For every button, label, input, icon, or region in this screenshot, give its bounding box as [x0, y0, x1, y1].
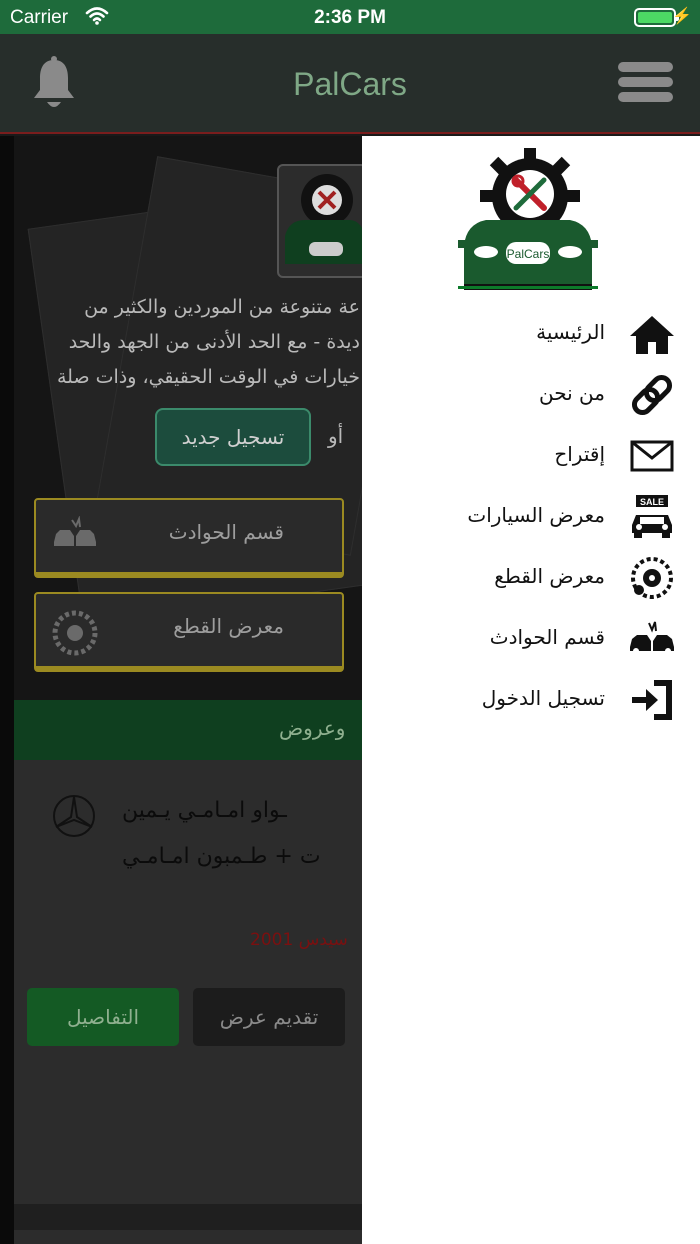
car-sale-icon: SALE — [632, 495, 672, 538]
home-icon — [630, 316, 674, 354]
hero-text-line: عة متنوعة من الموردين والكثير من — [84, 296, 360, 318]
battery-icon — [634, 8, 679, 27]
svg-text:SALE: SALE — [640, 497, 664, 507]
drawer-item-label: تسجيل الدخول — [481, 686, 605, 710]
mercedes-logo-icon — [53, 795, 95, 837]
register-button[interactable]: تسجيل جديد — [155, 408, 311, 466]
left-edge-strip — [0, 136, 14, 1244]
offer-card: ـواو امـامـي يـمين ت + طـمبون امـامـي سي… — [14, 760, 362, 1244]
logo-text: PalCars — [507, 247, 550, 261]
details-button[interactable]: التفاصيل — [27, 988, 179, 1046]
card-title-line: ت + طـمبون امـامـي — [122, 844, 321, 869]
offers-header: وعروض — [14, 700, 362, 760]
app-title: PalCars — [293, 66, 407, 102]
car-parts-icon — [52, 610, 98, 656]
offers-label: وعروض — [279, 716, 346, 740]
hero-text-line: خيارات في الوقت الحقيقي، وذات صلة — [56, 366, 360, 388]
drawer-item-label: معرض السيارات — [467, 503, 605, 527]
login-icon — [632, 680, 672, 720]
link-icon — [631, 374, 673, 416]
main-content-dimmed: عة متنوعة من الموردين والكثير من ديدة - … — [0, 136, 362, 1244]
drawer-item-label: من نحن — [539, 381, 605, 405]
clock: 2:36 PM — [314, 7, 386, 28]
tile-label: معرض القطع — [173, 614, 284, 638]
drawer-item-about[interactable]: من نحن — [362, 367, 700, 425]
tile-label: قسم الحوادث — [168, 520, 284, 544]
drawer-item-suggestion[interactable]: إقتراح — [362, 428, 700, 486]
drawer-item-login[interactable]: تسجيل الدخول — [362, 672, 700, 730]
drawer-item-parts-gallery[interactable]: معرض القطع — [362, 550, 700, 608]
card-bottom-bar — [14, 1204, 362, 1230]
drawer-item-car-gallery[interactable]: معرض السيارات SALE — [362, 489, 700, 547]
palcars-logo: PalCars — [458, 148, 598, 290]
card-meta: سيدس 2001 — [250, 930, 348, 950]
tile-accidents[interactable]: قسم الحوادث — [34, 498, 344, 578]
nav-bar: PalCars — [0, 34, 700, 134]
drawer-item-label: معرض القطع — [494, 564, 605, 588]
status-bar: Carrier 2:36 PM ⚡ — [0, 0, 700, 34]
card-title-line: ـواو امـامـي يـمين — [122, 798, 287, 823]
or-label: أو — [328, 424, 344, 448]
mail-icon — [630, 440, 674, 472]
drawer-item-home[interactable]: الرئيسية — [362, 306, 700, 364]
car-crash-icon — [54, 516, 96, 546]
tile-parts[interactable]: معرض القطع — [34, 592, 344, 672]
hamburger-menu-icon[interactable] — [618, 62, 673, 106]
drawer-item-label: إقتراح — [554, 442, 605, 466]
car-crash-icon — [630, 621, 674, 654]
drawer-item-label: قسم الحوادث — [489, 625, 605, 649]
hero-logo — [277, 164, 362, 278]
drawer-item-label: الرئيسية — [536, 320, 605, 344]
car-parts-icon — [631, 557, 673, 599]
drawer-item-accidents[interactable]: قسم الحوادث — [362, 611, 700, 669]
hero-text-line: ديدة - مع الحد الأدنى من الجهد والحد — [68, 331, 360, 353]
side-drawer: PalCars الرئيسية من نحن إقتراح معرض السي… — [362, 136, 700, 1244]
charging-icon: ⚡ — [672, 8, 692, 25]
make-offer-button[interactable]: تقديم عرض — [193, 988, 345, 1046]
